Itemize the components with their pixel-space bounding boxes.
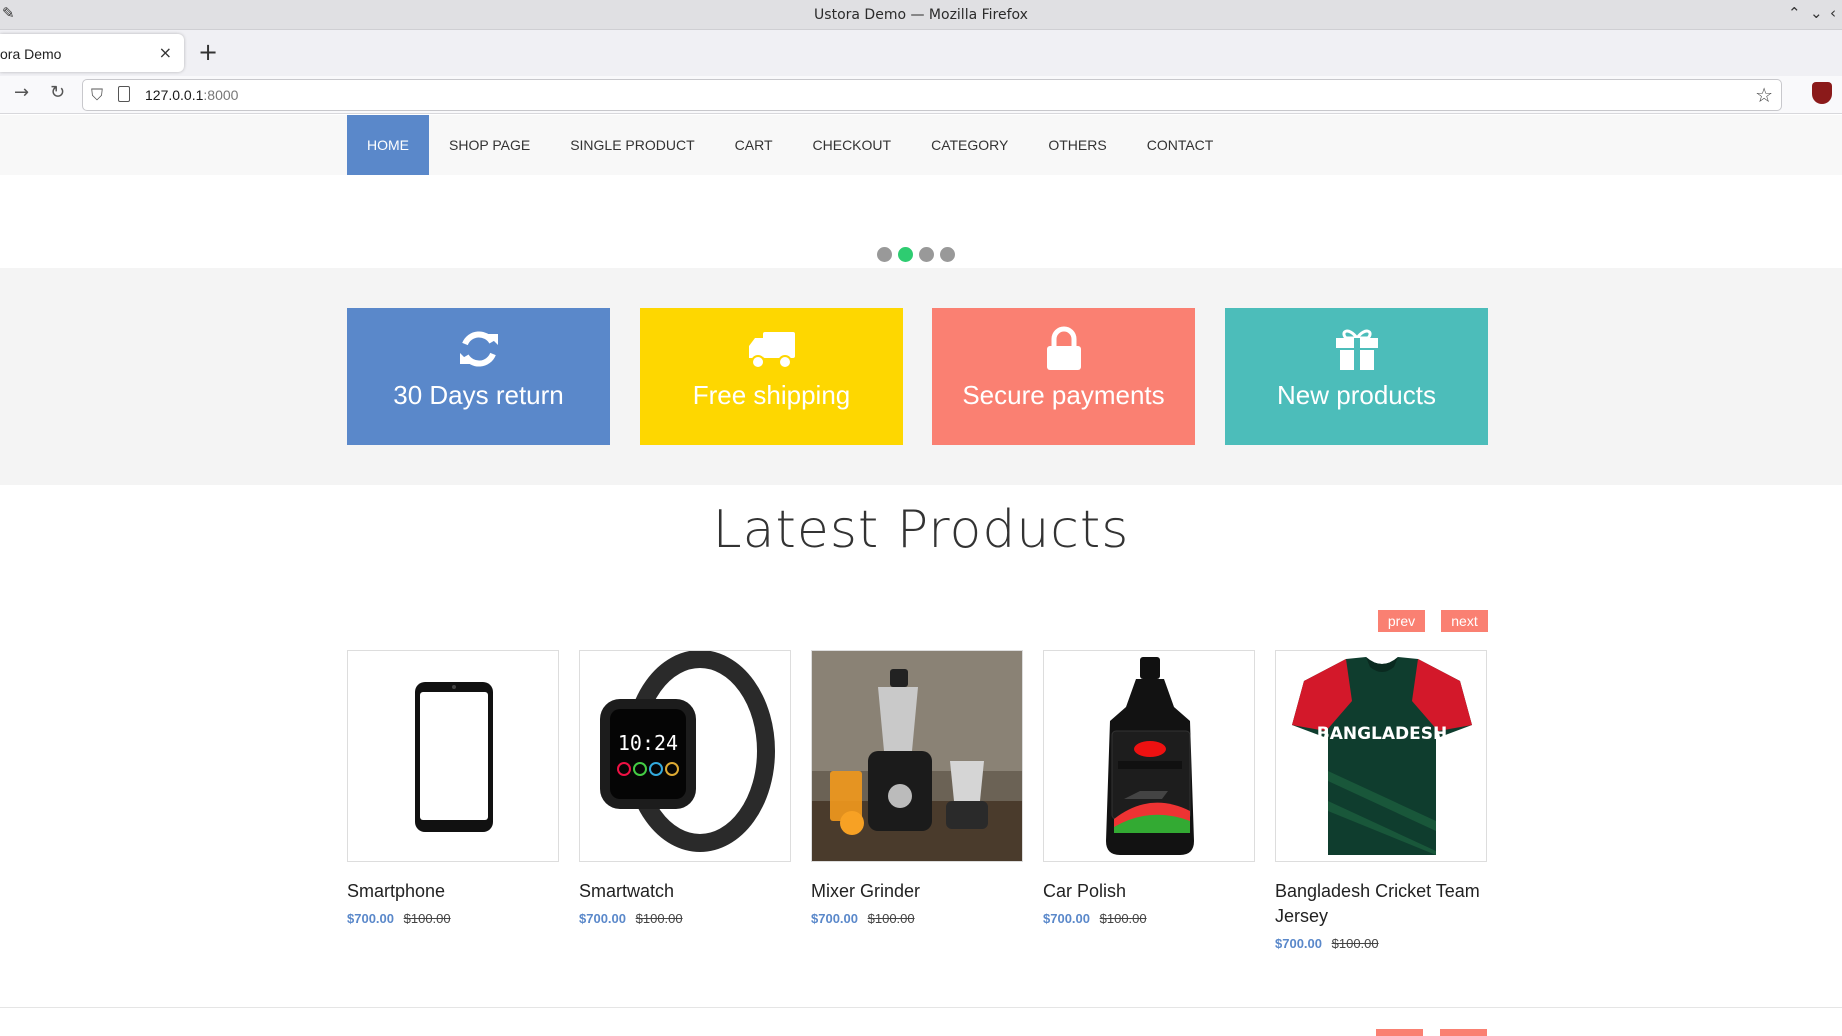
nav-item-category[interactable]: CATEGORY xyxy=(911,115,1028,175)
latest-products-title: Latest Products xyxy=(0,500,1842,560)
product-prices: $700.00 $100.00 xyxy=(347,911,559,926)
tab-close-icon[interactable]: × xyxy=(159,43,172,62)
second-carousel-next-button[interactable] xyxy=(1440,1029,1487,1036)
product-card[interactable]: 10:24 Smartwatch $700.00 $100.00 xyxy=(579,650,791,926)
product-card[interactable]: Mixer Grinder $700.00 $100.00 xyxy=(811,650,1023,926)
jersey-image[interactable]: BANGLADESH xyxy=(1275,650,1487,862)
maximize-icon[interactable]: ⌃ xyxy=(1788,4,1801,22)
smartphone-image[interactable] xyxy=(347,650,559,862)
product-old-price: $100.00 xyxy=(403,911,451,926)
jersey-print: BANGLADESH xyxy=(1317,724,1447,744)
nav-item-shop-page[interactable]: SHOP PAGE xyxy=(429,115,550,175)
nav-item-home[interactable]: HOME xyxy=(347,115,429,175)
site-main-menu: HOME SHOP PAGE SINGLE PRODUCT CART CHECKOUT C… xyxy=(0,115,1842,175)
shield-icon[interactable]: ⛉ xyxy=(91,85,103,105)
browser-toolbar: → ↻ ⛉ 127.0.0.1:8000 ☆ xyxy=(0,76,1842,114)
product-price: $700.00 xyxy=(347,911,394,926)
url-text[interactable]: 127.0.0.1:8000 xyxy=(145,87,238,103)
promo-30-days-return: 30 Days return xyxy=(347,308,610,445)
product-price: $700.00 xyxy=(579,911,626,926)
promo-free-shipping: Free shipping xyxy=(640,308,903,445)
slider-area xyxy=(0,175,1842,268)
url-port: :8000 xyxy=(203,87,239,103)
bookmark-star-icon[interactable]: ☆ xyxy=(1755,83,1773,107)
latest-title-text: Latest Products xyxy=(712,500,1130,560)
truck-icon xyxy=(640,326,903,372)
product-price: $700.00 xyxy=(1275,936,1322,951)
product-prices: $700.00 $100.00 xyxy=(1275,936,1487,951)
minimize-icon[interactable]: ⌄ xyxy=(1810,4,1823,22)
slider-dot[interactable] xyxy=(898,247,913,262)
close-window-icon[interactable]: ‹ xyxy=(1830,4,1836,22)
reload-icon[interactable]: ↻ xyxy=(50,82,65,103)
slider-dots xyxy=(877,247,955,262)
product-old-price: $100.00 xyxy=(1331,936,1379,951)
gift-icon xyxy=(1225,326,1488,372)
slider-dot[interactable] xyxy=(940,247,955,262)
second-carousel-prev-button[interactable] xyxy=(1376,1029,1423,1036)
product-price: $700.00 xyxy=(1043,911,1090,926)
product-prices: $700.00 $100.00 xyxy=(1043,911,1255,926)
product-old-price: $100.00 xyxy=(1099,911,1147,926)
product-old-price: $100.00 xyxy=(867,911,915,926)
nav-item-contact[interactable]: CONTACT xyxy=(1127,115,1234,175)
slider-dot[interactable] xyxy=(919,247,934,262)
extension-shield-icon[interactable] xyxy=(1812,82,1832,104)
url-host: 127.0.0.1 xyxy=(145,87,204,103)
promo-new-products: New products xyxy=(1225,308,1488,445)
new-tab-icon[interactable]: + xyxy=(198,38,218,66)
product-name[interactable]: Car Polish xyxy=(1043,879,1255,904)
page-icon xyxy=(118,86,130,102)
slider-dot[interactable] xyxy=(877,247,892,262)
car-polish-image[interactable] xyxy=(1043,650,1255,862)
promo-area: 30 Days return Free shipping Secure paym… xyxy=(0,268,1842,485)
product-name[interactable]: Mixer Grinder xyxy=(811,879,1023,904)
refresh-icon xyxy=(347,326,610,372)
product-card[interactable]: Car Polish $700.00 $100.00 xyxy=(1043,650,1255,926)
window-titlebar: Ustora Demo — Mozilla Firefox ✎ ⌃ ⌄ ‹ xyxy=(0,0,1842,30)
nav-item-others[interactable]: OTHERS xyxy=(1028,115,1126,175)
lock-icon xyxy=(932,326,1195,372)
window-title: Ustora Demo — Mozilla Firefox xyxy=(814,7,1028,23)
nav-list: HOME SHOP PAGE SINGLE PRODUCT CART CHECKOUT C… xyxy=(347,115,1233,175)
tab-bar: ora Demo × + xyxy=(0,30,1842,76)
product-old-price: $100.00 xyxy=(635,911,683,926)
product-prices: $700.00 $100.00 xyxy=(811,911,1023,926)
product-name[interactable]: Smartwatch xyxy=(579,879,791,904)
carousel-prev-button[interactable]: prev xyxy=(1378,610,1425,632)
product-prices: $700.00 $100.00 xyxy=(579,911,791,926)
nav-item-cart[interactable]: CART xyxy=(715,115,793,175)
product-name[interactable]: Bangladesh Cricket Team Jersey xyxy=(1275,879,1487,929)
nav-item-single-product[interactable]: SINGLE PRODUCT xyxy=(550,115,714,175)
promo-secure-payments: Secure payments xyxy=(932,308,1195,445)
section-divider xyxy=(0,1007,1842,1008)
tab-title: ora Demo xyxy=(0,46,62,62)
mixer-grinder-image[interactable] xyxy=(811,650,1023,862)
product-name[interactable]: Smartphone xyxy=(347,879,559,904)
carousel-next-button[interactable]: next xyxy=(1441,610,1488,632)
promo-label: 30 Days return xyxy=(393,380,564,410)
smartwatch-image[interactable]: 10:24 xyxy=(579,650,791,862)
product-price: $700.00 xyxy=(811,911,858,926)
promo-label: Free shipping xyxy=(692,380,851,410)
product-card[interactable]: Smartphone $700.00 $100.00 xyxy=(347,650,559,926)
url-bar[interactable]: ⛉ 127.0.0.1:8000 ☆ xyxy=(82,79,1782,111)
svg-text:10:24: 10:24 xyxy=(618,731,678,755)
product-card[interactable]: BANGLADESH Bangladesh Cricket Team Jerse… xyxy=(1275,650,1487,951)
forward-icon[interactable]: → xyxy=(14,82,29,103)
promo-label: Secure payments xyxy=(962,380,1165,410)
promo-label: New products xyxy=(1277,380,1436,410)
window-menu-icon[interactable]: ✎ xyxy=(2,4,15,22)
browser-tab[interactable]: ora Demo × xyxy=(0,34,184,72)
nav-item-checkout[interactable]: CHECKOUT xyxy=(793,115,912,175)
